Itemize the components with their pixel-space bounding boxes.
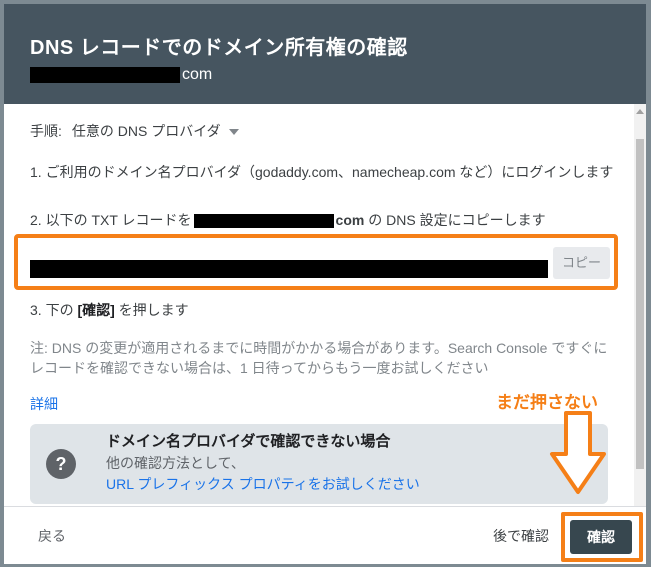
help-card-title: ドメイン名プロバイダで確認できない場合 [106, 433, 391, 450]
redacted-domain [30, 66, 180, 83]
verify-later-button[interactable]: 後で確認 [493, 526, 549, 546]
help-card-text: 他の確認方法として、 [106, 455, 245, 471]
dialog-header: DNS レコードでのドメイン所有権の確認 com [4, 4, 646, 104]
txt-record-box: コピー [14, 234, 618, 290]
domain-suffix: com [182, 66, 213, 83]
scrollbar[interactable] [634, 104, 646, 506]
copy-button[interactable]: コピー [553, 247, 610, 279]
caret-down-icon[interactable] [228, 129, 239, 136]
step-2-prefix: 2. 以下の TXT レコードを [30, 212, 192, 228]
method-label: 手順: [30, 123, 62, 139]
txt-record-value-redacted[interactable] [30, 260, 548, 278]
step-3-prefix: 3. 下の [30, 302, 78, 318]
help-circle-icon: ? [46, 449, 76, 479]
step-3-suffix: を押します [114, 302, 189, 318]
help-card: ? ドメイン名プロバイダで確認できない場合 他の確認方法として、 URL プレフ… [30, 424, 608, 504]
url-prefix-link[interactable]: URL プレフィックス プロパティをお試しください [106, 474, 420, 494]
dns-note: 注: DNS の変更が適用されるまでに時間がかかる場合があります。Search … [30, 340, 608, 376]
method-selector[interactable]: 手順: 任意の DNS プロバイダ [30, 121, 239, 141]
method-value[interactable]: 任意の DNS プロバイダ [72, 123, 221, 139]
step-1: 1. ご利用のドメイン名プロバイダ（godaddy.com、namecheap.… [30, 164, 614, 180]
scroll-thumb[interactable] [636, 139, 644, 469]
step-2: 2. 以下の TXT レコードを com の DNS 設定にコピーします [30, 210, 546, 230]
step-2-domain: com [335, 212, 365, 228]
down-arrow-icon [550, 411, 606, 494]
back-button[interactable]: 戻る [38, 526, 66, 546]
dialog-body: 手順: 任意の DNS プロバイダ 1. ご利用のドメイン名プロバイダ（godad… [4, 104, 634, 506]
dialog-domain: com [30, 66, 212, 84]
details-link[interactable]: 詳細 [30, 394, 58, 414]
dialog-footer: 戻る 後で確認 確認 [4, 506, 646, 564]
step-3-verify: [確認] [77, 302, 115, 318]
redacted-domain [193, 214, 334, 229]
verify-button[interactable]: 確認 [570, 520, 632, 554]
dialog-title: DNS レコードでのドメイン所有権の確認 [30, 37, 408, 59]
step-2-suffix: の DNS 設定にコピーします [364, 212, 546, 228]
scroll-up-arrow-icon[interactable] [636, 109, 644, 114]
step-3: 3. 下の [確認] を押します [30, 300, 189, 320]
